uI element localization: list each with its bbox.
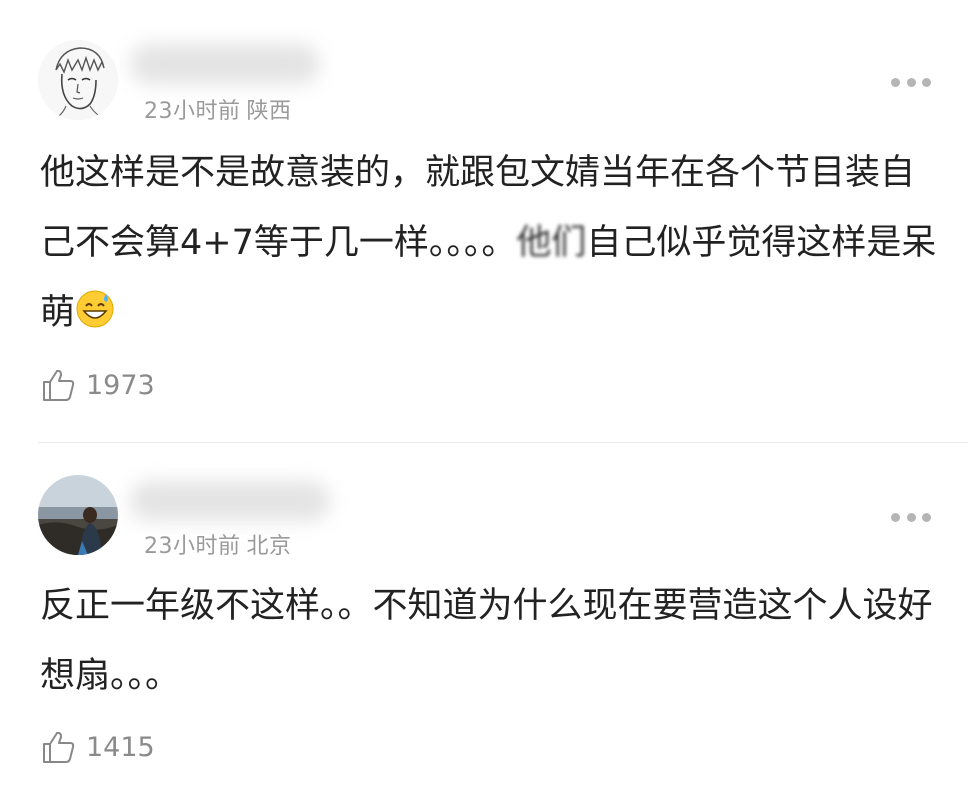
sweat-smile-emoji [75,283,115,353]
comment-location: 北京 [246,534,292,559]
like-button[interactable]: 1973 [40,365,155,405]
thumbs-up-icon [43,369,75,401]
username-redacted[interactable] [130,44,320,84]
comment-text-blurred: 他们 [516,223,587,263]
more-dots-icon[interactable] [891,75,931,89]
comment-meta: 23小时前 北京 [144,528,292,560]
comment-time: 23小时前 [144,534,241,559]
username-redacted[interactable] [130,481,330,521]
comment-location: 陕西 [246,99,292,124]
comment-text: 反正一年级不这样。。不知道为什么现在要营造这个人设好想扇。。。 [40,586,933,696]
avatar[interactable] [38,475,118,555]
like-count: 1415 [86,731,155,763]
comment-text: 他这样是不是故意装的，就跟包文婧当年在各个节目装自己不会算4+7等于几一样。。。… [40,138,940,353]
comment-item: 23小时前 陕西 他这样是不是故意装的，就跟包文婧当年在各个节目装自己不会算4+7… [0,0,968,442]
comment-meta: 23小时前 陕西 [144,93,292,125]
thumbs-up-icon [43,731,75,763]
comment-item: 23小时前 北京 反正一年级不这样。。不知道为什么现在要营造这个人设好想扇。。。 … [0,443,968,792]
like-count: 1973 [86,369,155,401]
more-dots-icon[interactable] [891,510,931,524]
comment-time: 23小时前 [144,99,241,124]
avatar[interactable] [38,40,118,120]
like-button[interactable]: 1415 [40,727,155,767]
seaside-photo-avatar-image [38,475,118,555]
sketch-avatar-image [38,40,118,120]
